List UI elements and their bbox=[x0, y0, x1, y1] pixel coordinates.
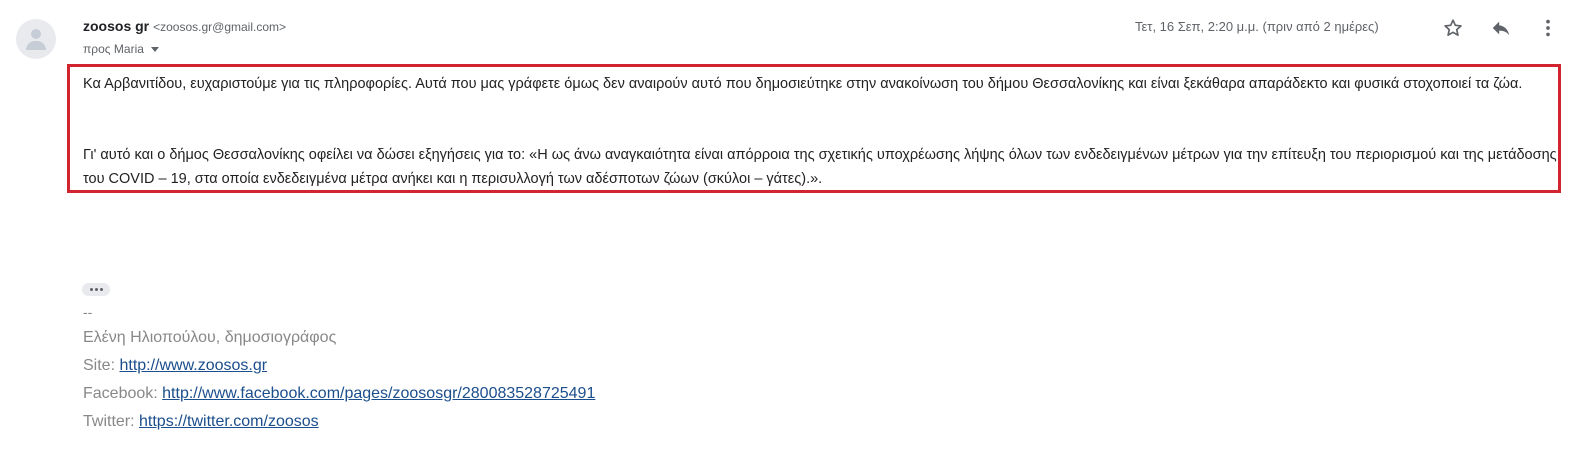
more-vert-icon[interactable] bbox=[1535, 15, 1561, 41]
twitter-link[interactable]: https://twitter.com/zoosos bbox=[139, 413, 319, 430]
dot-icon bbox=[94, 288, 98, 291]
signature-site: Site: http://www.zoosos.gr bbox=[83, 357, 267, 375]
site-label: Site: bbox=[83, 357, 120, 374]
recipient-line[interactable]: προς Maria bbox=[83, 42, 159, 56]
facebook-label: Facebook: bbox=[83, 385, 163, 402]
reply-icon[interactable] bbox=[1488, 15, 1514, 41]
show-trimmed-content-button[interactable] bbox=[82, 283, 110, 296]
twitter-label: Twitter: bbox=[83, 413, 140, 430]
sender-name[interactable]: zoosos gr bbox=[83, 18, 149, 34]
dot-icon bbox=[89, 288, 93, 291]
reply-icon-svg bbox=[1492, 21, 1510, 36]
message-paragraph-2: Γι' αυτό και ο δήμος Θεσσαλονίκης οφείλε… bbox=[83, 147, 1557, 187]
message-paragraph-1: Κα Αρβανιτίδου, ευχαριστούμε για τις πλη… bbox=[83, 76, 1523, 92]
signature-name: Ελένη Ηλιοπούλου, δημοσιογράφος bbox=[83, 329, 337, 346]
signature-twitter: Twitter: https://twitter.com/zoosos bbox=[83, 413, 319, 431]
signature-separator: -- bbox=[83, 304, 93, 320]
star-icon[interactable] bbox=[1440, 15, 1466, 41]
recipient-label: προς Maria bbox=[83, 42, 144, 56]
more-vert-icon-svg bbox=[1546, 19, 1550, 37]
sender-avatar[interactable] bbox=[16, 19, 56, 59]
signature-facebook: Facebook: http://www.facebook.com/pages/… bbox=[83, 385, 595, 403]
message-date[interactable]: Τετ, 16 Σεπ, 2:20 μ.μ. (πριν από 2 ημέρε… bbox=[1135, 19, 1379, 34]
sender-email: <zoosos.gr@gmail.com> bbox=[153, 20, 287, 34]
sender-line: zoosos gr <zoosos.gr@gmail.com> bbox=[83, 18, 286, 34]
dot-icon bbox=[99, 288, 103, 291]
site-link[interactable]: http://www.zoosos.gr bbox=[119, 357, 267, 374]
avatar-body bbox=[26, 41, 46, 50]
avatar-head bbox=[31, 29, 41, 39]
star-icon-svg bbox=[1444, 19, 1462, 36]
chevron-down-icon[interactable] bbox=[150, 47, 159, 52]
facebook-link[interactable]: http://www.facebook.com/pages/zoososgr/2… bbox=[162, 385, 595, 402]
